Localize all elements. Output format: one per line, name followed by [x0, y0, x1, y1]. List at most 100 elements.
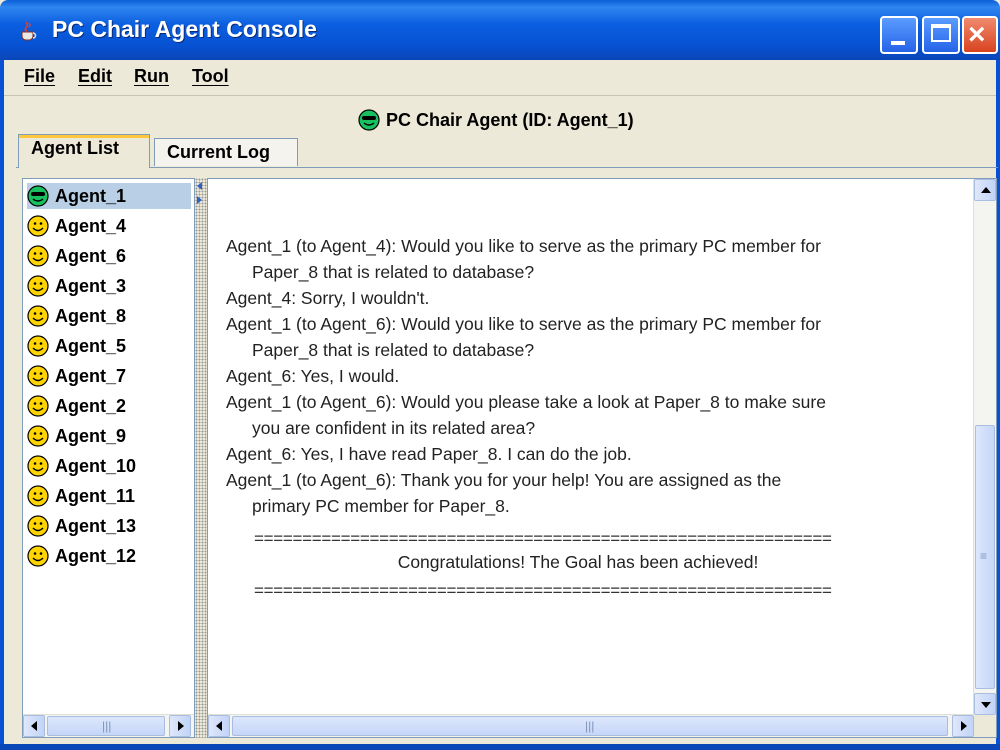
- list-item-agent-11[interactable]: Agent_11: [27, 483, 135, 509]
- scroll-left-button[interactable]: [208, 715, 230, 737]
- smiley-icon: [27, 365, 49, 387]
- collapse-right-icon[interactable]: [197, 196, 202, 204]
- smiley-icon: [27, 395, 49, 417]
- agent-list-hscrollbar[interactable]: |||: [23, 714, 194, 737]
- minimize-button[interactable]: [880, 16, 918, 54]
- close-button[interactable]: ×: [962, 16, 998, 54]
- close-icon: ×: [968, 18, 986, 51]
- log-line: Agent_1 (to Agent_4): Would you like to …: [226, 236, 821, 256]
- log-line: Agent_1 (to Agent_6): Would you please t…: [226, 392, 826, 412]
- menu-run[interactable]: Run: [134, 64, 169, 88]
- scroll-down-button[interactable]: [974, 693, 996, 715]
- agent-name: Agent_11: [55, 485, 136, 506]
- smiley-icon: [27, 455, 49, 477]
- list-item-agent-7[interactable]: Agent_7: [27, 363, 126, 389]
- agent-name: Agent_13: [55, 515, 137, 536]
- menu-tool[interactable]: Tool: [192, 64, 229, 88]
- separator-line: ========================================…: [254, 581, 832, 600]
- window-border-left: [0, 60, 4, 750]
- log-line: you are confident in its related area?: [252, 418, 536, 438]
- agent-name: Agent_8: [55, 305, 127, 326]
- smiley-icon: [27, 335, 49, 357]
- agent-header: PC Chair Agent (ID: Agent_1): [358, 106, 634, 134]
- list-item-agent-12[interactable]: Agent_12: [27, 543, 136, 569]
- log-line: Agent_1 (to Agent_6): Would you like to …: [226, 314, 821, 334]
- list-item-agent-6[interactable]: Agent_6: [27, 243, 126, 269]
- maximize-button[interactable]: [922, 16, 960, 54]
- log-panel[interactable]: Agent_1 (to Agent_4): Would you like to …: [207, 178, 997, 738]
- smiley-icon: [27, 545, 49, 567]
- list-item-agent-3[interactable]: Agent_3: [27, 273, 126, 299]
- page-title: PC Chair Agent (ID: Agent_1): [386, 109, 634, 130]
- log-line: Agent_1 (to Agent_6): Thank you for your…: [226, 470, 782, 490]
- window-border-bottom: [0, 744, 1000, 750]
- agent-name: Agent_12: [55, 545, 137, 566]
- agent-name: Agent_2: [55, 395, 127, 416]
- sunglasses-smiley-icon: [27, 185, 49, 207]
- grip-icon: |||: [102, 719, 112, 733]
- sunglasses-smiley-icon: [358, 109, 380, 131]
- smiley-icon: [27, 485, 49, 507]
- scroll-corner: [974, 715, 996, 737]
- log-vscrollbar[interactable]: ≡: [973, 179, 996, 715]
- arrow-left-icon: [216, 721, 222, 731]
- congratulations-message: Congratulations! The Goal has been achie…: [397, 552, 759, 572]
- scroll-thumb[interactable]: |||: [232, 716, 948, 736]
- tab-divider: [16, 167, 998, 168]
- grip-icon: |||: [585, 719, 595, 733]
- scroll-thumb[interactable]: ≡: [975, 425, 995, 689]
- menu-separator: [4, 95, 996, 96]
- agent-name: Agent_1: [55, 185, 127, 206]
- agent-name: Agent_4: [55, 215, 127, 236]
- log-hscrollbar[interactable]: |||: [208, 714, 974, 737]
- scroll-right-button[interactable]: [169, 715, 191, 737]
- agent-name: Agent_6: [55, 245, 127, 266]
- title-bar[interactable]: PC Chair Agent Console ×: [0, 0, 1000, 60]
- agent-name: Agent_7: [55, 365, 127, 386]
- agent-name: Agent_5: [55, 335, 127, 356]
- smiley-icon: [27, 245, 49, 267]
- menu-file[interactable]: File: [24, 64, 55, 88]
- arrow-left-icon: [31, 721, 37, 731]
- scroll-thumb[interactable]: |||: [47, 716, 165, 736]
- agent-name: Agent_10: [55, 455, 137, 476]
- collapse-left-icon[interactable]: [197, 182, 202, 190]
- list-item-agent-4[interactable]: Agent_4: [27, 213, 126, 239]
- tab-current-log[interactable]: Current Log: [154, 138, 298, 166]
- grip-icon: ≡: [980, 549, 988, 563]
- agent-name: Agent_9: [55, 425, 127, 446]
- minimize-icon: [891, 41, 905, 45]
- scroll-left-button[interactable]: [23, 715, 45, 737]
- agent-name: Agent_3: [55, 275, 127, 296]
- scroll-up-button[interactable]: [974, 179, 996, 201]
- list-item-agent-13[interactable]: Agent_13: [27, 513, 136, 539]
- log-line: Agent_4: Sorry, I wouldn't.: [226, 288, 430, 308]
- list-item-agent-2[interactable]: Agent_2: [27, 393, 126, 419]
- list-item-agent-8[interactable]: Agent_8: [27, 303, 126, 329]
- log-line: Paper_8 that is related to database?: [252, 340, 535, 360]
- scroll-right-button[interactable]: [952, 715, 974, 737]
- maximize-icon: [931, 24, 951, 42]
- log-line: primary PC member for Paper_8.: [252, 496, 510, 516]
- window-title: PC Chair Agent Console: [52, 16, 317, 42]
- agent-list-panel[interactable]: Agent_1 Agent_4 Agent_6 Agent_3 Agent_8 …: [22, 178, 195, 738]
- arrow-up-icon: [981, 187, 991, 193]
- smiley-icon: [27, 425, 49, 447]
- split-pane-divider[interactable]: [195, 178, 207, 738]
- arrow-down-icon: [981, 702, 991, 708]
- log-line: Agent_6: Yes, I have read Paper_8. I can…: [226, 444, 632, 464]
- smiley-icon: [27, 305, 49, 327]
- tab-agent-list[interactable]: Agent List: [18, 134, 150, 168]
- log-line: Paper_8 that is related to database?: [252, 262, 535, 282]
- separator-line: ========================================…: [254, 529, 832, 548]
- list-item-agent-1[interactable]: Agent_1: [27, 183, 191, 209]
- list-item-agent-5[interactable]: Agent_5: [27, 333, 126, 359]
- list-item-agent-9[interactable]: Agent_9: [27, 423, 126, 449]
- menu-edit[interactable]: Edit: [78, 64, 112, 88]
- list-item-agent-10[interactable]: Agent_10: [27, 453, 136, 479]
- smiley-icon: [27, 275, 49, 297]
- log-line: Agent_6: Yes, I would.: [226, 366, 400, 386]
- smiley-icon: [27, 515, 49, 537]
- arrow-right-icon: [178, 721, 184, 731]
- menu-bar: File Edit Run Tool: [4, 60, 996, 94]
